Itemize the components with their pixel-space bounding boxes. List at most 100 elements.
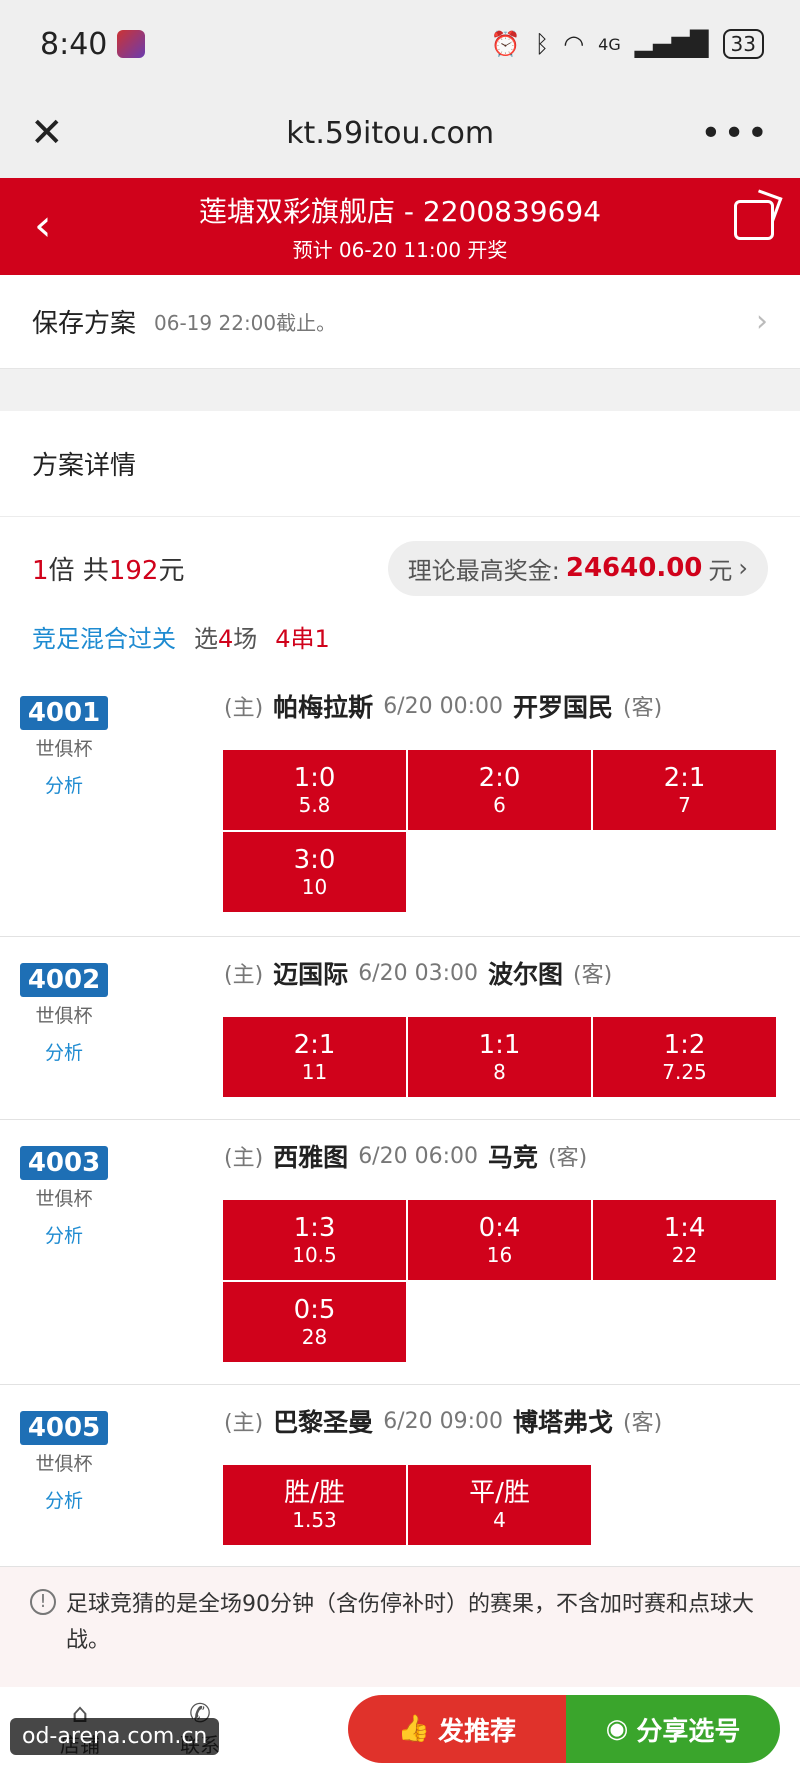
match-teams: (主) 帕梅拉斯 6/20 00:00 开罗国民 (客)	[224, 688, 662, 724]
analysis-link[interactable]: 分析	[18, 771, 110, 798]
match-number: 4005	[19, 1411, 109, 1445]
away-tag: (客)	[623, 1411, 663, 1436]
match-league: 世俱杯	[35, 738, 93, 760]
rules-notice: ! 足球竞猜的是全场90分钟（含伤停补时）的赛果，不含加时赛和点球大战。	[0, 1567, 800, 1687]
status-bar: 8:40 ⏰ ᛒ ◠ 4G ▂▄▆█ 33	[0, 0, 800, 88]
info-icon: !	[30, 1589, 56, 1615]
pick-grid: 1:0 5.8 2:0 6 2:1 7 3:0 10	[223, 750, 776, 912]
combo-type: 4串1	[275, 625, 330, 653]
away-team: 波尔图	[487, 960, 563, 989]
pick-cell[interactable]: 1:4 22	[593, 1200, 776, 1280]
chevron-right-icon: ›	[738, 554, 748, 582]
recommend-button[interactable]: 👍 发推荐	[348, 1695, 566, 1763]
pick-cell[interactable]: 0:4 16	[408, 1200, 591, 1280]
pick-score: 胜/胜	[284, 1478, 345, 1508]
pick-score: 平/胜	[469, 1478, 530, 1508]
pick-odds: 11	[301, 1060, 328, 1084]
analysis-link[interactable]: 分析	[18, 1221, 110, 1248]
pick-count: 选4场	[194, 625, 258, 653]
pick-score: 0:5	[293, 1295, 336, 1325]
pick-cell[interactable]: 3:0 10	[223, 832, 406, 912]
pick-cell[interactable]: 0:5 28	[223, 1282, 406, 1362]
plan-detail-title: 方案详情	[0, 411, 800, 517]
max-prize-value: 24640.00	[565, 553, 703, 583]
match-league: 世俱杯	[35, 1188, 93, 1210]
pick-score: 3:0	[293, 845, 336, 875]
more-options-icon[interactable]: •••	[700, 113, 770, 154]
analysis-link[interactable]: 分析	[18, 1486, 110, 1513]
away-tag: (客)	[623, 696, 663, 721]
page-header: ‹ 莲塘双彩旗舰店 - 2200839694 预计 06-20 11:00 开奖	[0, 178, 800, 275]
home-tag: (主)	[224, 1411, 264, 1436]
match-card: 4002 世俱杯 分析 (主) 迈国际 6/20 03:00 波尔图 (客) 2:1 11 1:1 8…	[0, 937, 800, 1120]
signal-icon: ▂▄▆█	[634, 30, 709, 58]
pick-odds: 7	[678, 793, 691, 817]
away-team: 开罗国民	[512, 693, 613, 722]
match-card: 4001 世俱杯 分析 (主) 帕梅拉斯 6/20 00:00 开罗国民 (客) 1:0 5.8 2…	[0, 670, 800, 937]
max-prize-pill[interactable]: 理论最高奖金: 24640.00 元 ›	[387, 540, 768, 596]
save-plan-row[interactable]: 保存方案 06-19 22:00截止。 ›	[0, 275, 800, 369]
thumbs-up-icon: 👍	[397, 1714, 431, 1744]
pick-cell[interactable]: 2:1 7	[593, 750, 776, 830]
pick-odds: 5.8	[298, 793, 331, 817]
pick-cell[interactable]: 2:0 6	[408, 750, 591, 830]
network-label: 4G	[598, 34, 621, 54]
match-number: 4003	[19, 1146, 109, 1180]
home-tag: (主)	[224, 1146, 264, 1171]
draw-time: 预计 06-20 11:00 开奖	[292, 238, 508, 262]
away-tag: (客)	[573, 963, 613, 988]
pick-grid: 2:1 11 1:1 8 1:2 7.25	[223, 1017, 776, 1097]
pick-odds: 16	[486, 1243, 513, 1267]
share-picks-button[interactable]: ◉ 分享选号	[566, 1695, 780, 1763]
match-time: 6/20 06:00	[358, 1143, 478, 1169]
pick-score: 1:1	[478, 1030, 521, 1060]
bluetooth-icon: ᛒ	[534, 30, 550, 58]
status-time: 8:40	[40, 26, 108, 62]
pick-odds: 7.25	[662, 1060, 707, 1084]
match-time: 6/20 03:00	[358, 960, 478, 986]
page-title: 莲塘双彩旗舰店 - 2200839694	[198, 195, 602, 228]
battery-indicator: 33	[722, 29, 764, 59]
close-icon[interactable]: ✕	[30, 110, 80, 156]
browser-url: kt.59itou.com	[286, 115, 495, 151]
save-plan-label: 保存方案	[32, 309, 137, 339]
browser-bar: ✕ kt.59itou.com •••	[0, 88, 800, 178]
pick-cell[interactable]: 1:1 8	[408, 1017, 591, 1097]
share-icon[interactable]	[734, 200, 774, 240]
pick-odds: 28	[301, 1325, 328, 1349]
pick-score: 2:1	[663, 763, 706, 793]
pick-score: 1:4	[663, 1213, 706, 1243]
pick-odds: 10.5	[292, 1243, 337, 1267]
analysis-link[interactable]: 分析	[18, 1038, 110, 1065]
match-league: 世俱杯	[35, 1453, 93, 1475]
divider	[0, 369, 800, 411]
pick-cell[interactable]: 1:0 5.8	[223, 750, 406, 830]
pick-cell[interactable]: 平/胜 4	[408, 1465, 591, 1545]
match-time: 6/20 00:00	[383, 693, 503, 719]
pick-odds: 4	[493, 1508, 506, 1532]
alarm-icon: ⏰	[490, 30, 521, 58]
match-teams: (主) 巴黎圣曼 6/20 09:00 博塔弗戈 (客)	[224, 1403, 662, 1439]
pick-grid: 1:3 10.5 0:4 16 1:4 22 0:5 28	[223, 1200, 776, 1362]
back-icon[interactable]: ‹	[34, 200, 52, 251]
pick-cell[interactable]: 1:2 7.25	[593, 1017, 776, 1097]
pick-score: 1:3	[293, 1213, 336, 1243]
notice-text: 足球竞猜的是全场90分钟（含伤停补时）的赛果，不含加时赛和点球大战。	[66, 1592, 754, 1653]
match-teams: (主) 迈国际 6/20 03:00 波尔图 (客)	[224, 955, 612, 991]
pick-cell[interactable]: 胜/胜 1.53	[223, 1465, 406, 1545]
home-team: 迈国际	[273, 960, 349, 989]
pick-cell[interactable]: 1:3 10.5	[223, 1200, 406, 1280]
away-team: 博塔弗戈	[512, 1408, 613, 1437]
pick-odds: 10	[301, 875, 328, 899]
home-team: 巴黎圣曼	[273, 1408, 374, 1437]
pick-score: 2:1	[293, 1030, 336, 1060]
pick-score: 2:0	[478, 763, 521, 793]
pick-odds: 6	[493, 793, 506, 817]
pick-odds: 8	[493, 1060, 506, 1084]
pick-grid: 胜/胜 1.53 平/胜 4	[223, 1465, 776, 1545]
match-number: 4002	[19, 963, 109, 997]
home-team: 西雅图	[273, 1143, 349, 1172]
pick-cell[interactable]: 2:1 11	[223, 1017, 406, 1097]
match-teams: (主) 西雅图 6/20 06:00 马竞 (客)	[224, 1138, 587, 1174]
watermark: od-arena.com.cn	[10, 1718, 220, 1755]
